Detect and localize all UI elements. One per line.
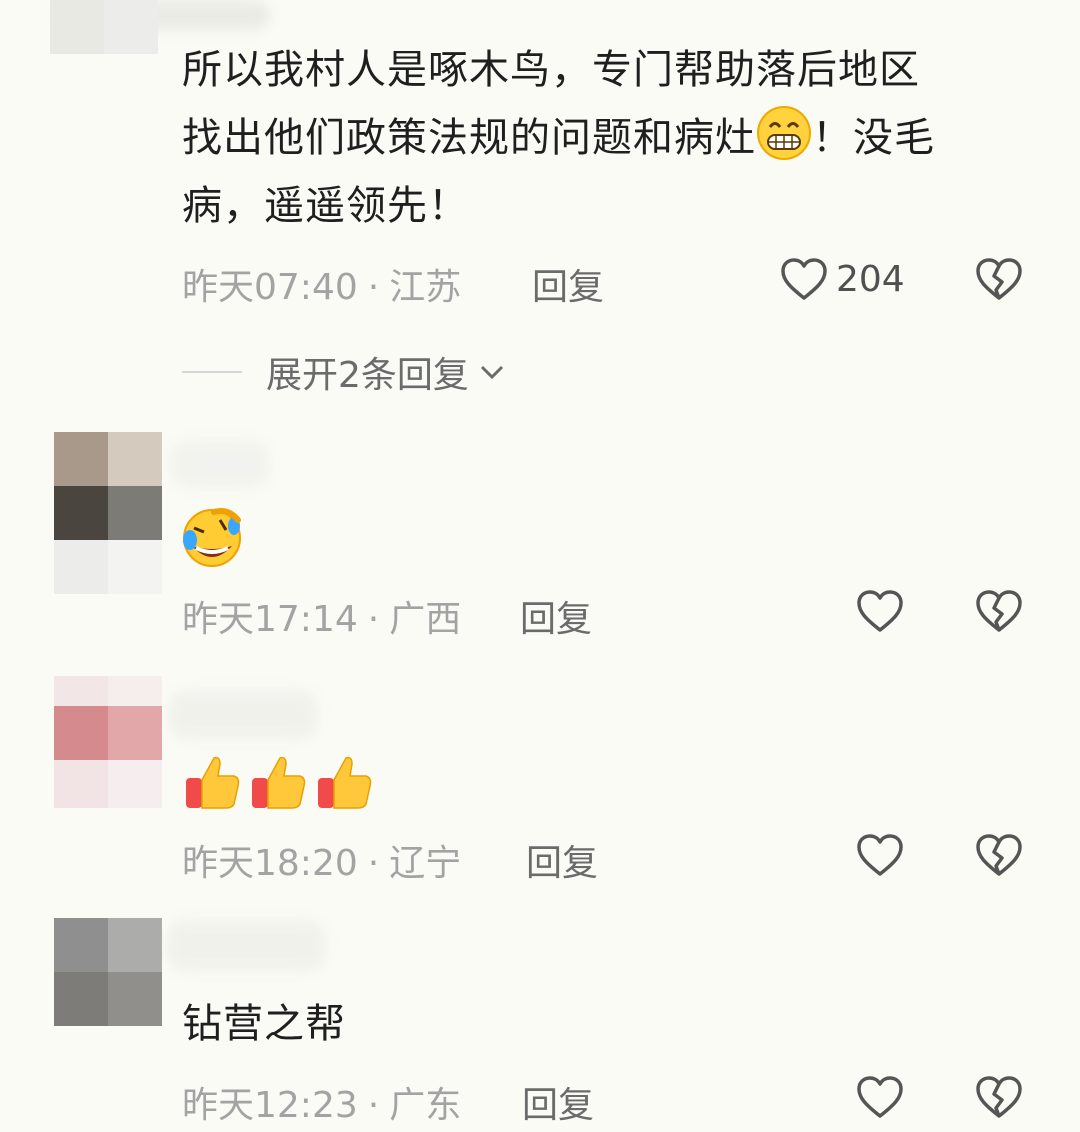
separator-dot: · — [367, 267, 380, 308]
comment-meta: 昨天18:20 · 辽宁 — [182, 834, 461, 886]
comment-time: 昨天12:23 — [182, 1085, 358, 1126]
dislike-button[interactable] — [975, 588, 1023, 638]
like-button[interactable] — [856, 588, 904, 634]
reply-button[interactable]: 回复 — [522, 1076, 594, 1128]
comment-text-segment: ！没毛 — [812, 115, 935, 161]
thumbs-up-emoji — [252, 756, 306, 809]
expand-replies-button[interactable]: 展开2条回复 — [182, 346, 507, 398]
like-count: 204 — [836, 258, 905, 300]
username-blurred[interactable] — [166, 920, 326, 972]
chevron-down-icon — [480, 365, 503, 380]
thumbs-up-emoji-group — [182, 752, 374, 812]
heart-icon — [781, 258, 827, 300]
separator-dot: · — [367, 599, 380, 640]
avatar[interactable] — [54, 432, 162, 594]
divider — [182, 371, 242, 373]
comment-text-line: 所以我村人是啄木鸟，专门帮助落后地区 — [182, 47, 920, 93]
reply-button[interactable]: 回复 — [526, 834, 598, 886]
broken-heart-icon — [976, 1076, 1022, 1118]
dislike-button[interactable] — [975, 1074, 1023, 1124]
dislike-button[interactable] — [975, 256, 1023, 306]
comment-location: 辽宁 — [389, 843, 462, 884]
reply-button[interactable]: 回复 — [532, 258, 604, 310]
username-blurred[interactable] — [170, 440, 270, 488]
thumbs-up-emoji — [186, 756, 240, 809]
rolling-on-floor-laughing-emoji — [180, 506, 244, 570]
comment-location: 江苏 — [389, 267, 462, 308]
comment-time: 昨天07:40 — [182, 267, 358, 308]
dislike-button[interactable] — [975, 832, 1023, 882]
avatar[interactable] — [54, 918, 162, 1026]
comment-meta: 昨天07:40 · 江苏 — [182, 258, 461, 310]
username-blurred[interactable] — [168, 690, 318, 740]
separator-dot: · — [367, 843, 380, 884]
comment-time: 昨天18:20 — [182, 843, 358, 884]
expand-replies-label: 展开2条回复 — [266, 355, 469, 396]
comment-location: 广西 — [389, 599, 462, 640]
reply-button[interactable]: 回复 — [520, 590, 592, 642]
comment-meta: 昨天12:23 · 广东 — [182, 1076, 461, 1128]
heart-icon — [857, 834, 903, 876]
comment-meta: 昨天17:14 · 广西 — [182, 590, 461, 642]
like-button[interactable] — [856, 1074, 904, 1120]
grinning-face-emoji — [756, 105, 812, 161]
broken-heart-icon — [976, 590, 1022, 632]
separator-dot: · — [367, 1085, 380, 1126]
heart-icon — [857, 590, 903, 632]
comment-text: 所以我村人是啄木鸟，专门帮助落后地区 找出他们政策法规的问题和病灶 ！没毛 病，… — [182, 36, 935, 240]
comment-text: 钻营之帮 — [182, 1001, 346, 1047]
comment-time: 昨天17:14 — [182, 599, 358, 640]
avatar[interactable] — [54, 676, 162, 808]
thumbs-up-emoji — [318, 756, 372, 809]
comment-text-line: 病，遥遥领先！ — [182, 183, 469, 229]
broken-heart-icon — [976, 258, 1022, 300]
like-button[interactable]: 204 — [780, 256, 905, 302]
heart-icon — [857, 1076, 903, 1118]
avatar[interactable] — [50, 0, 160, 54]
comment-location: 广东 — [389, 1085, 462, 1126]
broken-heart-icon — [976, 834, 1022, 876]
comment-text-segment: 找出他们政策法规的问题和病灶 — [182, 115, 756, 161]
like-button[interactable] — [856, 832, 904, 878]
comment-text-line: 找出他们政策法规的问题和病灶 ！没毛 — [182, 104, 935, 172]
